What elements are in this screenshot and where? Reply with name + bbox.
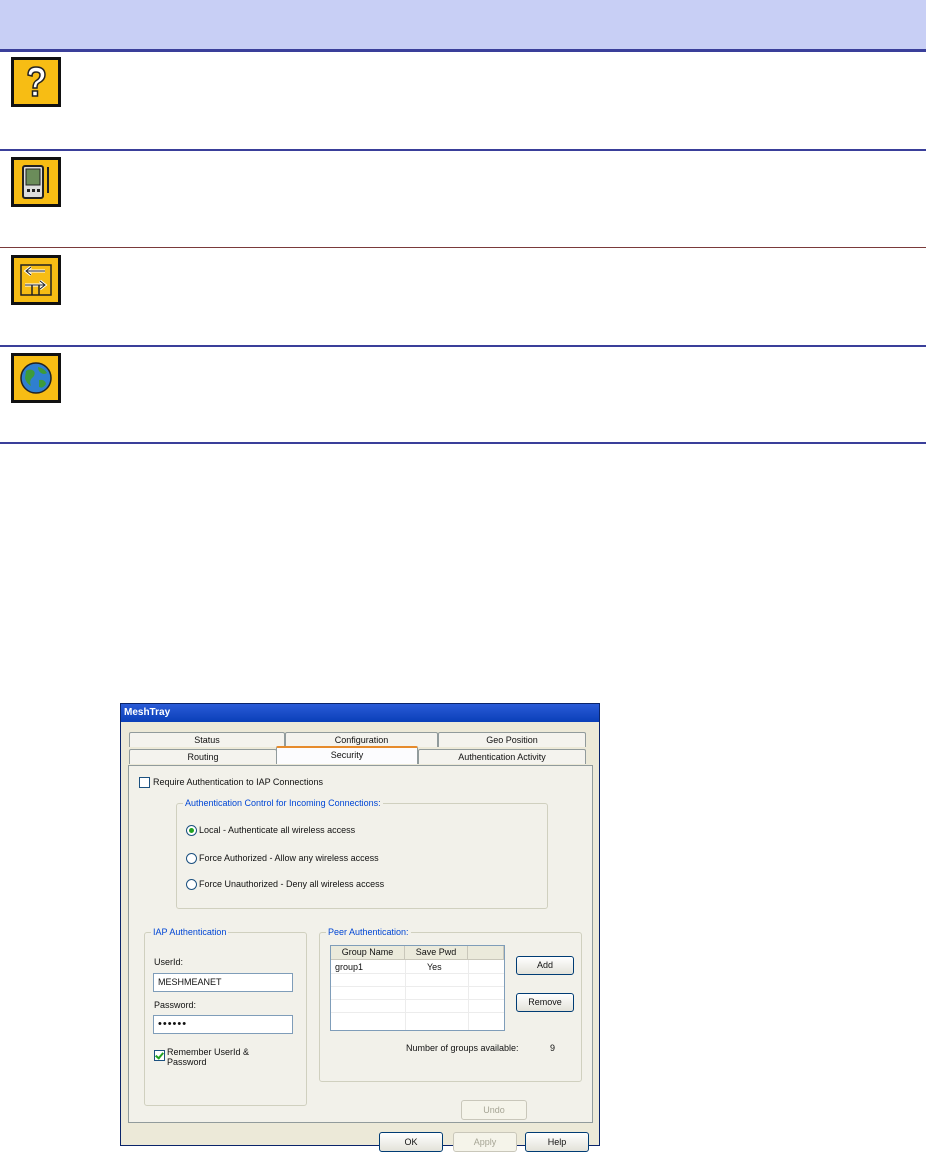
column-header-group-name[interactable]: Group Name	[331, 946, 405, 960]
tab-routing[interactable]: Routing	[129, 749, 277, 764]
security-panel: Require Authentication to IAP Connection…	[128, 765, 593, 1123]
add-button[interactable]: Add	[516, 956, 574, 975]
radio-force-unauthorized-label: Force Unauthorized - Deny all wireless a…	[199, 879, 385, 889]
routing-arrows-icon	[11, 255, 61, 305]
globe-icon	[11, 353, 61, 403]
iap-auth-group-title: IAP Authentication	[151, 927, 229, 937]
remember-label-line2: Password	[167, 1057, 207, 1067]
tab-configuration[interactable]: Configuration	[285, 732, 438, 747]
remember-checkbox[interactable]	[154, 1050, 165, 1061]
legend-header	[0, 0, 926, 49]
grid-line	[331, 986, 504, 987]
pda-device-icon	[11, 157, 61, 207]
peer-auth-group: Peer Authentication: Group Name Save Pwd…	[319, 927, 582, 1082]
legend-divider	[0, 247, 926, 248]
auth-control-group: Authentication Control for Incoming Conn…	[176, 798, 548, 909]
radio-local[interactable]	[186, 825, 197, 836]
groups-available-value: 9	[550, 1043, 556, 1053]
password-input[interactable]: ••••••	[153, 1015, 293, 1034]
remember-label: Remember UserId &	[167, 1047, 250, 1057]
grid-line	[468, 960, 469, 1030]
tab-status[interactable]: Status	[129, 732, 285, 747]
peer-auth-group-title: Peer Authentication:	[326, 927, 411, 937]
help-button[interactable]: Help	[525, 1132, 589, 1152]
grid-line	[331, 1012, 504, 1013]
auth-control-group-title: Authentication Control for Incoming Conn…	[183, 798, 383, 808]
table-row-group-name[interactable]: group1	[335, 961, 363, 973]
password-label: Password:	[154, 1000, 197, 1010]
remove-button[interactable]: Remove	[516, 993, 574, 1012]
tab-authentication-activity[interactable]: Authentication Activity	[418, 749, 586, 764]
grid-line	[405, 960, 406, 1030]
apply-button[interactable]: Apply	[453, 1132, 517, 1152]
legend-divider	[0, 149, 926, 151]
meshtray-dialog: MeshTray Status Configuration Geo Positi…	[120, 703, 600, 1152]
column-header-save-pwd[interactable]: Save Pwd	[405, 946, 468, 960]
require-auth-label: Require Authentication to IAP Connection…	[153, 777, 323, 787]
grid-line	[331, 999, 504, 1000]
legend-divider	[0, 345, 926, 347]
table-row-save-pwd[interactable]: Yes	[427, 961, 442, 973]
groups-available-label: Number of groups available:	[406, 1043, 519, 1053]
dialog-title: MeshTray	[121, 704, 599, 722]
radio-local-label: Local - Authenticate all wireless access	[199, 825, 356, 835]
iap-auth-group: IAP Authentication UserId: MESHMEANET Pa…	[144, 927, 307, 1106]
radio-force-authorized[interactable]	[186, 853, 197, 864]
userid-input[interactable]: MESHMEANET	[153, 973, 293, 992]
radio-force-unauthorized[interactable]	[186, 879, 197, 890]
grid-line	[331, 973, 504, 974]
column-header-blank	[468, 946, 504, 960]
help-question-icon	[11, 57, 61, 107]
legend-divider	[0, 442, 926, 444]
tab-security[interactable]: Security	[276, 746, 418, 764]
legend-header-divider	[0, 49, 926, 52]
tab-geo-position[interactable]: Geo Position	[438, 732, 586, 747]
peer-groups-table[interactable]: Group Name Save Pwd group1 Yes	[330, 945, 505, 1031]
undo-button[interactable]: Undo	[461, 1100, 527, 1120]
userid-label: UserId:	[154, 957, 184, 967]
ok-button[interactable]: OK	[379, 1132, 443, 1152]
radio-force-authorized-label: Force Authorized - Allow any wireless ac…	[199, 853, 379, 863]
require-auth-checkbox[interactable]	[139, 777, 150, 788]
